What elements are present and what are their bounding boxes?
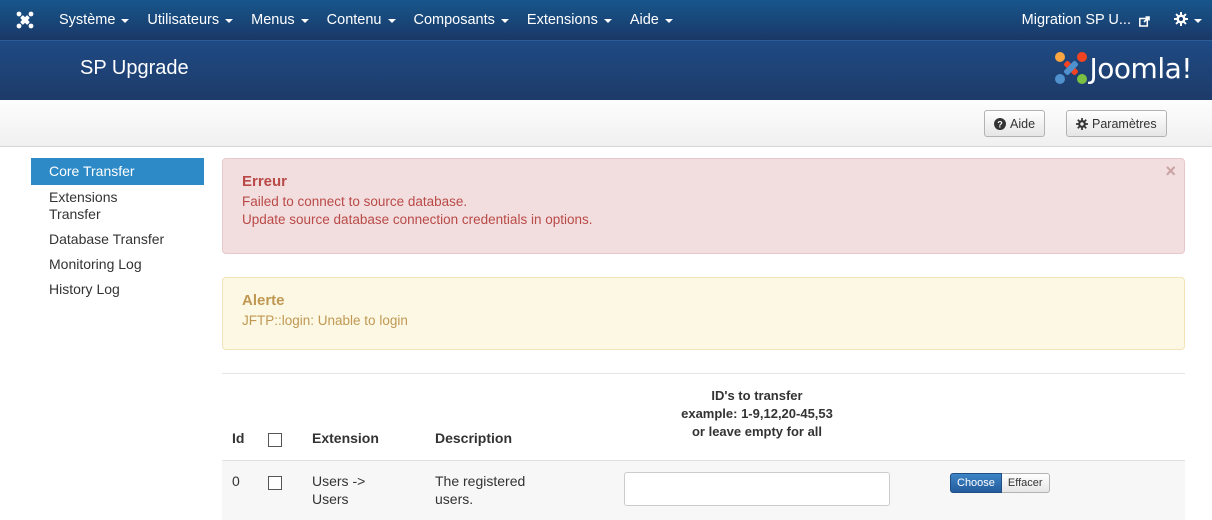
- caret-down-icon: [664, 19, 673, 23]
- options-button-label: Paramètres: [1092, 116, 1157, 131]
- caret-down-icon: [1194, 19, 1202, 23]
- menu-label: Extensions: [526, 12, 598, 28]
- row-description-line: users.: [435, 491, 474, 507]
- warning-message: JFTP::login: Unable to login: [242, 313, 408, 328]
- joomla-logo: Joomla!: [1054, 51, 1193, 85]
- caret-down-icon: [225, 19, 234, 23]
- ids-header-line: or leave empty for all: [691, 424, 823, 439]
- column-header-description: Description: [435, 430, 513, 446]
- caret-down-icon: [500, 19, 509, 23]
- caret-down-icon: [121, 19, 130, 23]
- menu-menus[interactable]: Menus: [242, 0, 318, 40]
- menu-help[interactable]: Aide: [621, 0, 682, 40]
- external-link-icon: [1139, 15, 1150, 27]
- toolbar: ? Aide Paramètres: [0, 100, 1212, 147]
- page-title: SP Upgrade: [80, 57, 189, 79]
- page-header: SP Upgrade Joomla!: [0, 40, 1212, 100]
- menu-label: Utilisateurs: [147, 12, 220, 28]
- user-settings-menu[interactable]: [1160, 0, 1212, 40]
- choose-button[interactable]: Choose: [950, 473, 1002, 493]
- row-extension: Users -> Users: [312, 472, 365, 508]
- sidebar-item-core-transfer[interactable]: Core Transfer: [31, 158, 204, 185]
- caret-down-icon: [603, 19, 612, 23]
- gear-icon: [1174, 11, 1188, 29]
- caret-down-icon: [387, 19, 396, 23]
- ids-header-line: ID's to transfer: [711, 388, 803, 403]
- menu-label: Composants: [413, 12, 495, 28]
- sidebar-item-history-log[interactable]: History Log: [31, 277, 204, 302]
- menu-label: Menus: [251, 12, 295, 28]
- menu-system[interactable]: Système: [50, 0, 138, 40]
- joomla-menu-icon[interactable]: [0, 0, 50, 40]
- help-button-label: Aide: [1010, 116, 1036, 131]
- menu-label: Contenu: [326, 12, 382, 28]
- sidebar-item-monitoring-log[interactable]: Monitoring Log: [31, 252, 204, 277]
- row-id: 0: [232, 473, 240, 489]
- ids-button-group: Choose Effacer: [950, 473, 1050, 493]
- row-checkbox[interactable]: [268, 476, 282, 490]
- divider: [222, 373, 1185, 374]
- menu-label: Aide: [629, 12, 659, 28]
- joomla-logo-icon: [1054, 52, 1087, 84]
- column-header-extension: Extension: [312, 430, 379, 446]
- column-header-ids: ID's to transfer example: 1-9,12,20-45,5…: [624, 387, 890, 441]
- question-circle-icon: ?: [994, 117, 1006, 130]
- top-navbar: Système Utilisateurs Menus Contenu Compo…: [0, 0, 1212, 40]
- ids-header-line: example: 1-9,12,20-45,53: [681, 406, 833, 421]
- svg-text:?: ?: [997, 119, 1003, 129]
- ids-to-transfer-input[interactable]: [624, 472, 890, 506]
- error-alert: × Erreur Failed to connect to source dat…: [222, 158, 1185, 254]
- clear-button[interactable]: Effacer: [1001, 473, 1050, 493]
- sidebar-item-database-transfer[interactable]: Database Transfer: [31, 227, 204, 252]
- gear-icon: [1076, 117, 1088, 130]
- error-heading: Erreur: [242, 173, 288, 190]
- sidebar: Core Transfer Extensions Transfer Databa…: [31, 158, 204, 302]
- row-description: The registered users.: [435, 472, 525, 508]
- joomla-brand-text: Joomla!: [1089, 51, 1193, 85]
- menu-content[interactable]: Contenu: [318, 0, 405, 40]
- menu-components[interactable]: Composants: [405, 0, 518, 40]
- main-menu: Système Utilisateurs Menus Contenu Compo…: [50, 0, 682, 40]
- row-description-line: The registered: [435, 473, 526, 489]
- caret-down-icon: [300, 19, 309, 23]
- warning-heading: Alerte: [242, 292, 285, 309]
- warning-alert: Alerte JFTP::login: Unable to login: [222, 277, 1185, 350]
- menu-users[interactable]: Utilisateurs: [138, 0, 242, 40]
- menu-label: Système: [59, 12, 116, 28]
- select-all-checkbox[interactable]: [268, 433, 282, 447]
- error-message: Update source database connection creden…: [242, 212, 593, 227]
- site-link-label: Migration SP U...: [1021, 12, 1131, 28]
- site-link[interactable]: Migration SP U...: [1012, 0, 1160, 40]
- sidebar-item-extensions-transfer[interactable]: Extensions Transfer: [31, 185, 161, 227]
- error-message: Failed to connect to source database.: [242, 194, 468, 209]
- menu-extensions[interactable]: Extensions: [518, 0, 621, 40]
- help-button[interactable]: ? Aide: [984, 110, 1046, 137]
- column-header-id: Id: [232, 430, 245, 446]
- options-button[interactable]: Paramètres: [1066, 110, 1167, 137]
- navbar-right: Migration SP U...: [1012, 0, 1212, 40]
- row-extension-line: Users: [312, 491, 349, 507]
- close-icon[interactable]: ×: [1165, 161, 1176, 182]
- row-extension-line: Users ->: [312, 473, 366, 489]
